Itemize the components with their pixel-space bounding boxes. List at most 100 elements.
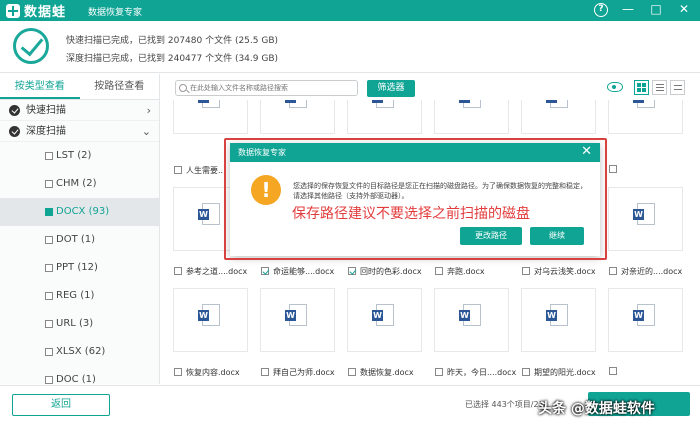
type-item-url[interactable]: URL (3) [0, 310, 159, 338]
file-name: 昨天，今日....docx [435, 367, 520, 379]
file-tile[interactable] [173, 288, 248, 352]
file-checkbox[interactable] [348, 267, 356, 275]
preview-eye-icon[interactable] [607, 82, 623, 92]
type-item-ppt[interactable]: PPT (12) [0, 254, 159, 282]
file-checkbox[interactable] [609, 165, 617, 173]
window-controls: ? — □ ✕ [594, 2, 692, 17]
file-tile[interactable] [608, 100, 683, 134]
file-checkbox[interactable] [435, 267, 443, 275]
title-bar: 数据蛙 数据恢复专家 ? — □ ✕ [0, 0, 700, 21]
word-document-icon [459, 100, 481, 108]
sidebar: 按类型查看 按路径查看 快速扫描 › 深度扫描 ⌄ LST (2) CHM (2… [0, 74, 160, 384]
search-box[interactable] [175, 80, 358, 96]
file-label: 回时的色彩.docx [360, 267, 422, 276]
file-tile[interactable] [347, 100, 422, 134]
word-document-icon [459, 304, 481, 326]
type-item-xlsx[interactable]: XLSX (62) [0, 338, 159, 366]
tab-by-path[interactable]: 按路径查看 [80, 74, 160, 99]
checkbox[interactable] [45, 320, 53, 328]
app-logo: 数据蛙 [6, 3, 66, 20]
tree-quick-scan[interactable]: 快速扫描 › [0, 100, 159, 121]
file-checkbox[interactable] [522, 368, 530, 376]
word-document-icon [633, 100, 655, 108]
detail-view-button[interactable] [670, 80, 685, 95]
quick-scan-status: 快速扫描已完成，已找到 207480 个文件 (25.5 GB) [66, 36, 279, 46]
file-name [609, 367, 694, 379]
file-label: 参考之道....docx [186, 267, 248, 276]
file-tile[interactable] [260, 100, 335, 134]
tree-deep-scan[interactable]: 深度扫描 ⌄ [0, 121, 159, 142]
file-tile[interactable] [608, 288, 683, 352]
close-button[interactable]: ✕ [676, 2, 692, 17]
help-icon[interactable]: ? [594, 3, 608, 17]
word-document-icon [372, 100, 394, 108]
checkbox[interactable] [45, 152, 53, 160]
type-label: XLSX (62) [56, 346, 106, 357]
checkbox[interactable] [45, 376, 53, 384]
file-tile[interactable] [521, 100, 596, 134]
type-label: REG (1) [56, 290, 95, 301]
file-checkbox[interactable] [609, 367, 617, 375]
checkbox[interactable] [45, 208, 53, 216]
type-item-doc[interactable]: DOC (1) [0, 366, 159, 384]
grid-view-button[interactable] [634, 80, 649, 95]
word-document-icon [633, 304, 655, 326]
word-document-icon [633, 203, 655, 225]
minimize-button[interactable]: — [620, 2, 636, 17]
type-item-reg[interactable]: REG (1) [0, 282, 159, 310]
search-input[interactable] [190, 82, 355, 94]
word-document-icon [285, 100, 307, 108]
file-checkbox[interactable] [174, 166, 182, 174]
checkbox[interactable] [45, 292, 53, 300]
checkbox[interactable] [45, 264, 53, 272]
file-tile[interactable] [608, 187, 683, 251]
file-label: 对亲近的....docx [621, 267, 683, 276]
type-item-dot[interactable]: DOT (1) [0, 226, 159, 254]
file-tile[interactable] [521, 288, 596, 352]
file-name [609, 165, 694, 177]
type-item-lst[interactable]: LST (2) [0, 142, 159, 170]
file-tile[interactable] [434, 100, 509, 134]
file-checkbox[interactable] [174, 267, 182, 275]
word-document-icon [546, 304, 568, 326]
type-item-docx[interactable]: DOCX (93) [0, 198, 159, 226]
file-checkbox[interactable] [261, 368, 269, 376]
scan-complete-check-icon [13, 28, 49, 64]
maximize-button[interactable]: □ [648, 2, 664, 17]
filter-button[interactable]: 筛选器 [367, 80, 415, 97]
file-checkbox[interactable] [174, 368, 182, 376]
file-label: 拜自己为师.docx [273, 368, 335, 377]
file-tile[interactable] [173, 100, 248, 134]
search-icon [179, 84, 187, 92]
file-label: 对乌云浅笑.docx [534, 267, 596, 276]
type-item-chm[interactable]: CHM (2) [0, 170, 159, 198]
tab-by-type[interactable]: 按类型查看 [0, 74, 80, 99]
file-tile[interactable] [260, 288, 335, 352]
file-tile[interactable] [434, 288, 509, 352]
watermark: 头条 @数据蛙软件 [538, 401, 655, 417]
list-view-button[interactable] [652, 80, 667, 95]
checkbox[interactable] [45, 236, 53, 244]
type-label: DOCX (93) [56, 206, 110, 217]
chevron-right-icon[interactable]: › [147, 100, 151, 121]
file-name: 奔跑.docx [435, 266, 520, 278]
file-label: 命运能够....docx [273, 267, 335, 276]
word-document-icon [546, 100, 568, 108]
file-name: 期望的阳光.docx [522, 367, 607, 379]
checkbox[interactable] [45, 180, 53, 188]
checkbox[interactable] [45, 348, 53, 356]
chevron-down-icon[interactable]: ⌄ [142, 121, 151, 142]
file-tile[interactable] [347, 288, 422, 352]
file-label: 期望的阳光.docx [534, 368, 596, 377]
checked-circle-icon [9, 105, 20, 116]
file-checkbox[interactable] [348, 368, 356, 376]
back-button[interactable]: 返回 [12, 394, 110, 416]
file-name: 参考之道....docx [174, 266, 259, 278]
word-document-icon [372, 304, 394, 326]
file-checkbox[interactable] [522, 267, 530, 275]
checked-circle-icon [9, 126, 20, 137]
file-checkbox[interactable] [435, 368, 443, 376]
file-checkbox[interactable] [261, 267, 269, 275]
file-checkbox[interactable] [609, 267, 617, 275]
sidebar-tabs: 按类型查看 按路径查看 [0, 74, 159, 100]
